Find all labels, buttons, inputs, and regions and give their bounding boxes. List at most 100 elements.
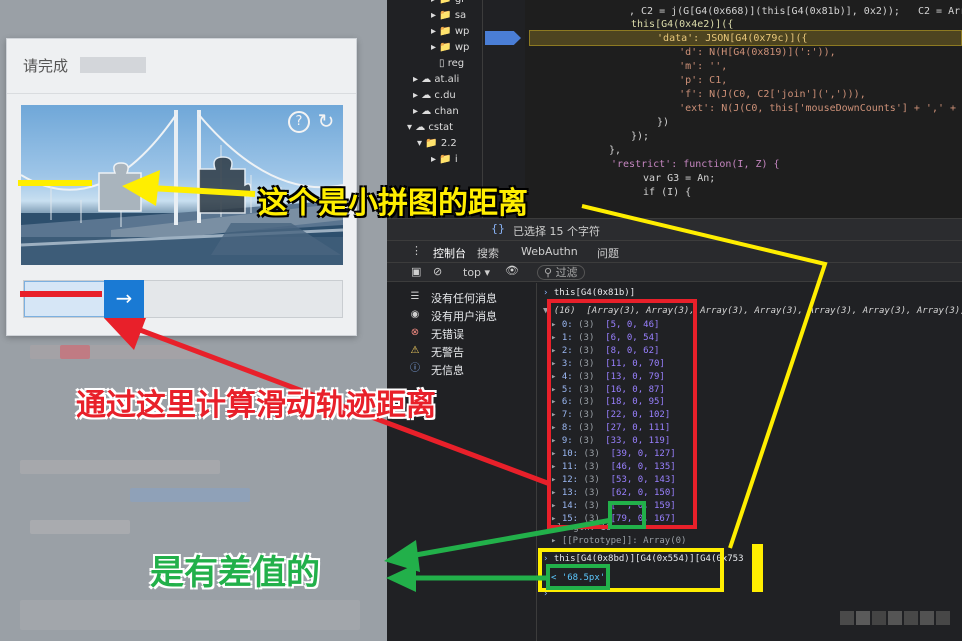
- list-icon: ☰: [410, 291, 420, 302]
- user-icon: ◉: [410, 309, 420, 320]
- slider-track: →: [23, 280, 343, 318]
- console-result: < '68.5px': [551, 573, 606, 583]
- blurred-text: [30, 345, 200, 359]
- array-row[interactable]: ▸ 13: (3) [62, 0, 150]: [551, 488, 676, 498]
- filter-icon: ⚲: [544, 266, 553, 279]
- array-row[interactable]: ▸ 10: (3) [39, 0, 127]: [551, 449, 676, 459]
- blurred-text: [30, 520, 130, 534]
- modal-divider: [7, 93, 356, 94]
- array-row[interactable]: ▸ 3: (3) [11, 0, 70]: [551, 359, 665, 369]
- code-line: , C2 = j(G[G4(0x668)](this[G4(0x81b)], 0…: [629, 6, 962, 17]
- array-row[interactable]: ▸ 15: (3) [79, 0, 167]: [551, 514, 676, 524]
- code-line: 'p': C1,: [655, 75, 728, 86]
- tree-item[interactable]: ▸ ☁ c.du: [413, 90, 456, 101]
- array-row[interactable]: ▸ 9: (3) [33, 0, 119]: [551, 436, 670, 446]
- code-line: if (I) {: [631, 187, 692, 198]
- captcha-title: 请完成: [23, 57, 69, 75]
- tab-search[interactable]: 搜索: [477, 245, 499, 261]
- code-line: 'f': N(J(C0, C2['join'](','))),: [655, 89, 866, 100]
- tab-issues[interactable]: 问题: [597, 245, 619, 261]
- sidebar-item-info[interactable]: ⓘ 无信息: [387, 361, 537, 377]
- tree-item[interactable]: ▾ 📁 2.2: [417, 138, 457, 149]
- array-row[interactable]: ▸ 2: (3) [8, 0, 62]: [551, 346, 659, 356]
- code-line: });: [631, 131, 650, 142]
- info-icon: ⓘ: [410, 363, 420, 374]
- sidebar-item-label: 无信息: [431, 364, 464, 377]
- code-line: var G3 = An;: [631, 173, 716, 184]
- yellow-annotation-label: 这个是小拼图的距离: [258, 186, 528, 221]
- red-annotation-label: 通过这里计算滑动轨迹距离: [76, 388, 436, 423]
- clear-console-icon[interactable]: ⊘: [433, 265, 442, 278]
- braces-icon[interactable]: {}: [491, 222, 505, 235]
- sidebar-item-label: 无警告: [431, 346, 464, 359]
- slider-handle[interactable]: →: [104, 280, 144, 318]
- array-row[interactable]: ▸ 5: (3) [16, 0, 87]: [551, 385, 665, 395]
- context-selector[interactable]: top ▾: [463, 266, 490, 279]
- array-row[interactable]: ▸ 14: (3) [ , 0, 159]: [551, 501, 676, 511]
- sidebar-item-label: 没有任何消息: [431, 292, 497, 305]
- array-row[interactable]: ▸ 6: (3) [18, 0, 95]: [551, 397, 665, 407]
- console-sidebar: ☰ 没有任何消息 ◉ 没有用户消息 ⊗ 无错误 ⚠ 无警告 ⓘ 无信息: [387, 283, 537, 641]
- tree-item[interactable]: ▸ 📁 sa: [431, 10, 466, 21]
- watermark-blocks: [840, 611, 950, 625]
- sidebar-item-user[interactable]: ◉ 没有用户消息: [387, 307, 537, 323]
- code-line: 'data': JSON[G4(0x79c)]({: [645, 33, 808, 44]
- code-line: 'ext': N(J(C0, this['mouseDownCounts'] +…: [679, 103, 957, 114]
- green-annotation-label: 是有差值的: [150, 553, 320, 593]
- filter-input[interactable]: ⚲ 过滤: [537, 265, 585, 280]
- length-row: length: 16: [557, 523, 612, 533]
- warning-icon: ⚠: [410, 345, 420, 356]
- console-prompt[interactable]: ›: [543, 589, 548, 599]
- code-line: 'd': N(H[G4(0x819)](':')),: [655, 47, 836, 58]
- eye-icon[interactable]: 👁: [505, 264, 519, 277]
- breakpoint-marker[interactable]: [485, 31, 521, 45]
- tree-item[interactable]: ▾ ☁ cstat: [407, 122, 453, 133]
- sidebar-toggle-icon[interactable]: ▣: [411, 265, 421, 278]
- array-row[interactable]: ▸ 7: (3) [22, 0, 102]: [551, 410, 670, 420]
- sidebar-item-label: 无错误: [431, 328, 464, 341]
- code-line: }): [645, 117, 670, 128]
- tree-item[interactable]: ▯ reg: [439, 58, 464, 69]
- prototype-row[interactable]: ▸ [[Prototype]]: Array(0): [551, 536, 686, 546]
- tab-webauthn[interactable]: WebAuthn: [521, 245, 578, 258]
- console-input-echo: › this[G4(0x8bd)][G4(0x554)][G4(0x753: [543, 554, 744, 564]
- array-row[interactable]: ▸ 12: (3) [53, 0, 143]: [551, 475, 676, 485]
- sidebar-item-warnings[interactable]: ⚠ 无警告: [387, 343, 537, 359]
- drawer-tabs: ⋮ 控制台 搜索 WebAuthn 问题: [387, 240, 962, 265]
- error-icon: ⊗: [410, 327, 420, 338]
- array-row[interactable]: ▸ 0: (3) [5, 0, 46]: [551, 320, 659, 330]
- tree-item[interactable]: ▸ 📁 wp: [431, 42, 469, 53]
- blurred-text: [20, 460, 220, 474]
- code-line: this[G4(0x4e2)]({: [631, 19, 734, 30]
- array-row[interactable]: ▸ 4: (3) [13, 0, 79]: [551, 372, 665, 382]
- refresh-icon[interactable]: ↻: [315, 111, 337, 133]
- puzzle-hole: [198, 156, 251, 214]
- code-line: 'restrict': function(I, Z) {: [611, 159, 780, 170]
- selection-status: 已选择 15 个字符: [513, 225, 600, 238]
- tree-item[interactable]: ▸ 📁 gr: [431, 0, 465, 5]
- devtools-panel: ▸ 📁 gr ▸ 📁 sa ▸ 📁 wp ▸ 📁 wp ▯ reg ▸ ☁ at…: [387, 0, 962, 641]
- code-line: 'm': '',: [655, 61, 728, 72]
- sidebar-item-all[interactable]: ☰ 没有任何消息: [387, 289, 537, 305]
- code-line: },: [609, 145, 622, 156]
- console-input-echo: › this[G4(0x81b)]: [543, 288, 636, 298]
- array-row[interactable]: ▸ 11: (3) [46, 0, 135]: [551, 462, 676, 472]
- array-summary[interactable]: ▼ (16) [Array(3), Array(3), Array(3), Ar…: [543, 306, 962, 316]
- tree-item[interactable]: ▸ 📁 wp: [431, 26, 469, 37]
- sidebar-item-label: 没有用户消息: [431, 310, 497, 323]
- tree-item[interactable]: ▸ ☁ at.ali: [413, 74, 459, 85]
- blurred-text: [20, 600, 360, 630]
- puzzle-piece[interactable]: [97, 161, 147, 213]
- tree-item[interactable]: ▸ 📁 i: [431, 154, 458, 165]
- blurred-text: [130, 488, 250, 502]
- help-icon[interactable]: ?: [288, 111, 310, 133]
- console-output: › this[G4(0x81b)] ▼ (16) [Array(3), Arra…: [537, 283, 962, 641]
- array-row[interactable]: ▸ 1: (3) [6, 0, 54]: [551, 333, 659, 343]
- console-toolbar: ▣ ⊘ top ▾ 👁 ⚲ 过滤: [387, 262, 962, 282]
- array-row[interactable]: ▸ 8: (3) [27, 0, 111]: [551, 423, 670, 433]
- blurred-title-text: [80, 57, 146, 73]
- sidebar-item-errors[interactable]: ⊗ 无错误: [387, 325, 537, 341]
- blurred-text: [60, 345, 90, 359]
- more-tabs-icon[interactable]: ⋮: [411, 244, 422, 257]
- tree-item[interactable]: ▸ ☁ chan: [413, 106, 459, 117]
